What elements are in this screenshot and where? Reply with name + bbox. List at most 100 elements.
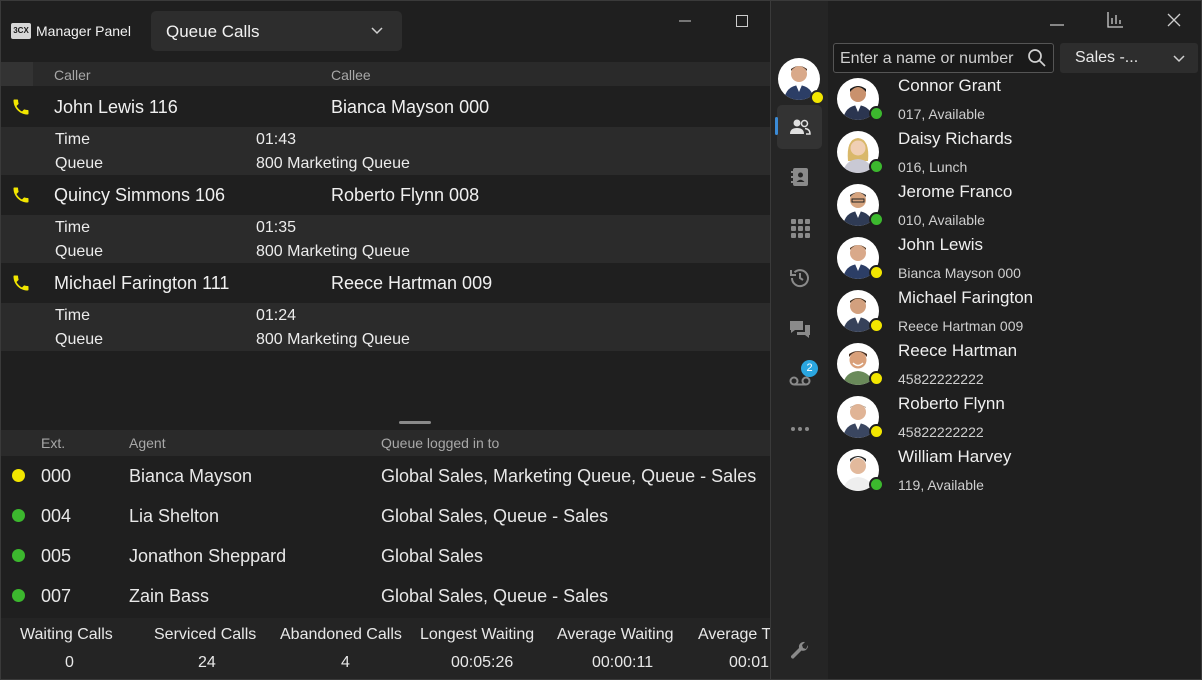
minimize-icon[interactable] [1046,11,1068,31]
status-dot [12,589,25,602]
search-input[interactable] [838,48,1022,70]
agent-name: Bianca Mayson [129,466,253,486]
call-details: Time 01:35 Queue 800 Marketing Queue [1,215,771,263]
contact-item[interactable]: Connor Grant 017, Available [833,75,1193,128]
stat-value: 0 [65,654,74,671]
view-selector-dropdown[interactable]: Queue Calls [151,11,402,51]
contact-item[interactable]: Reece Hartman 45822222222 [833,340,1193,393]
view-selector-value: Queue Calls [166,22,260,41]
stat-label: Waiting Calls [20,626,113,643]
presence-dot [869,424,884,439]
call-time: 01:43 [256,131,297,148]
call-time: 01:24 [256,307,297,324]
contact-status: 45822222222 [898,371,984,387]
agent-row[interactable]: 004 Lia Shelton Global Sales, Queue - Sa… [1,496,771,536]
contact-item[interactable]: William Harvey 119, Available [833,446,1193,499]
stat-value: 00:00:11 [592,654,654,671]
close-icon[interactable] [1164,10,1184,30]
app-title: Manager Panel [36,23,131,39]
contact-item[interactable]: Jerome Franco 010, Available [833,181,1193,234]
caller-column-header[interactable]: Caller [54,67,91,83]
ext-column-header[interactable]: Ext. [41,435,65,451]
manager-panel-window: 3CX Manager Panel Queue Calls Caller Cal… [0,0,772,680]
queue-label: Queue [55,331,104,348]
phone-icon [13,99,29,115]
stat-label: Average Waiting [557,626,674,643]
call-queue: 800 Marketing Queue [256,243,410,260]
contact-status: Bianca Mayson 000 [898,265,1021,281]
phone-icon [13,275,29,291]
presence-dot [869,371,884,386]
agent-queues: Global Sales, Marketing Queue, Queue - S… [381,466,757,486]
agent-column-header[interactable]: Agent [129,435,166,451]
pane-splitter-handle[interactable] [399,421,431,424]
contact-status: 016, Lunch [898,159,968,175]
chat-icon[interactable] [788,317,812,341]
callee-name: Bianca Mayson 000 [331,97,490,117]
agent-ext: 007 [41,586,72,606]
minimize-icon[interactable] [672,11,698,31]
callee-name: Roberto Flynn 008 [331,185,480,205]
stat-value: 00:05:26 [451,654,514,671]
contact-item[interactable]: Daisy Richards 016, Lunch [833,128,1193,181]
call-row[interactable]: Michael Farington 111 Reece Hartman 009 [1,263,771,303]
maximize-icon[interactable] [729,11,755,31]
call-row[interactable]: John Lewis 116 Bianca Mayson 000 [1,87,771,127]
header-spacer [1,62,33,86]
group-selector-value: Sales -... [1075,49,1139,66]
call-time: 01:35 [256,219,297,236]
agent-ext: 000 [41,466,72,486]
contact-status: 119, Available [898,477,984,493]
contact-name: Roberto Flynn [898,394,1005,413]
stat-label: Abandoned Calls [280,626,402,643]
agent-row[interactable]: 007 Zain Bass Global Sales, Queue - Sale… [1,576,771,616]
caller-name: Quincy Simmons 106 [54,185,226,205]
agent-ext: 004 [41,506,72,526]
chart-icon[interactable] [1104,9,1126,31]
group-selector-dropdown[interactable]: Sales -... [1060,43,1198,73]
app-logo: 3CX [11,23,31,39]
agent-row[interactable]: 005 Jonathon Sheppard Global Sales [1,536,771,576]
contact-status: 017, Available [898,106,985,122]
stat-value: 00:01: [729,654,772,671]
stat-label: Serviced Calls [154,626,257,643]
chevron-down-icon [1173,55,1185,63]
call-queue: 800 Marketing Queue [256,331,410,348]
call-details: Time 01:24 Queue 800 Marketing Queue [1,303,771,351]
status-dot [12,549,25,562]
contact-item[interactable]: Roberto Flynn 45822222222 [833,393,1193,446]
time-label: Time [55,307,90,324]
agents-table-header: Ext. Agent Queue logged in to [1,430,771,456]
contact-name: Connor Grant [898,76,1001,95]
call-row[interactable]: Quincy Simmons 106 Roberto Flynn 008 [1,175,771,215]
time-label: Time [55,219,90,236]
my-presence-dot [810,90,825,105]
contact-name: Michael Farington [898,288,1034,307]
address-book-icon[interactable] [788,165,812,189]
callee-column-header[interactable]: Callee [331,67,371,83]
contact-item[interactable]: John Lewis Bianca Mayson 000 [833,234,1193,287]
queue-statistics-bar: Waiting Calls 0 Serviced Calls 24 Abando… [1,618,772,679]
dialpad-icon[interactable] [788,216,812,240]
active-nav-indicator [775,117,778,135]
search-icon[interactable] [1027,48,1047,68]
contact-item[interactable]: Michael Farington Reece Hartman 009 [833,287,1193,340]
agent-ext: 005 [41,546,72,566]
presence-dot [869,477,884,492]
agent-row[interactable]: 000 Bianca Mayson Global Sales, Marketin… [1,456,771,496]
contact-status: 010, Available [898,212,985,228]
status-dot [12,469,25,482]
contact-name: Daisy Richards [898,129,1013,148]
contacts-people-icon[interactable] [788,115,812,139]
calls-table-header: Caller Callee [1,62,771,86]
contact-name: William Harvey [898,447,1012,466]
stat-value: 24 [198,654,216,671]
history-icon[interactable] [788,266,812,290]
more-icon[interactable] [788,417,812,441]
settings-wrench-icon[interactable] [788,639,812,663]
callee-name: Reece Hartman 009 [331,273,493,293]
call-details: Time 01:43 Queue 800 Marketing Queue [1,127,771,175]
navigation-rail: 2 [771,1,828,679]
queue-column-header[interactable]: Queue logged in to [381,435,499,451]
contact-name: John Lewis [898,235,984,254]
